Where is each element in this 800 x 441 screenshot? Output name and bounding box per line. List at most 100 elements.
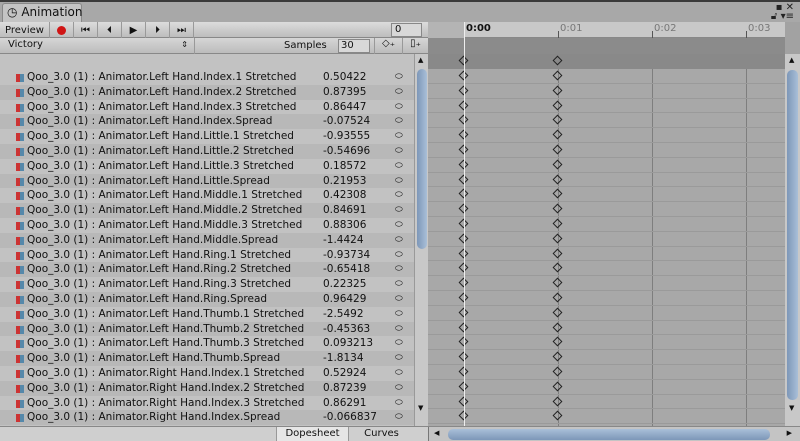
property-value[interactable]: 0.87395 bbox=[323, 85, 366, 100]
timeline-row[interactable] bbox=[428, 261, 785, 277]
property-value[interactable]: 0.52924 bbox=[323, 366, 366, 381]
property-row[interactable]: Qoo_3.0 (1) : Animator.Left Hand.Thumb.3… bbox=[0, 336, 414, 351]
property-options-icon[interactable]: ⬭ bbox=[395, 366, 403, 381]
property-options-icon[interactable]: ⬭ bbox=[395, 410, 403, 425]
property-row[interactable]: Qoo_3.0 (1) : Animator.Right Hand.Index.… bbox=[0, 396, 414, 411]
timeline-row[interactable] bbox=[428, 202, 785, 217]
timeline-row[interactable] bbox=[428, 291, 785, 306]
last-key-button[interactable]: ⏭ bbox=[170, 22, 194, 38]
property-options-icon[interactable]: ⬭ bbox=[395, 188, 403, 203]
property-row[interactable]: Qoo_3.0 (1) : Animator.Left Hand.Thumb.S… bbox=[0, 351, 414, 366]
property-scrollbar[interactable]: ▲ ▼ bbox=[414, 54, 428, 426]
summary-row[interactable] bbox=[428, 54, 785, 69]
property-value[interactable]: 0.86447 bbox=[323, 100, 366, 115]
scrollbar-thumb[interactable] bbox=[417, 69, 427, 249]
timeline-row[interactable] bbox=[428, 350, 785, 365]
tab-curves[interactable]: Curves bbox=[348, 427, 414, 441]
scroll-right-icon[interactable]: ▶ bbox=[787, 429, 792, 437]
keyframe-diamond[interactable] bbox=[552, 366, 563, 377]
timeline-scrollbar[interactable]: ▲ ▼ bbox=[785, 54, 800, 426]
timeline-row[interactable] bbox=[428, 217, 785, 232]
property-value[interactable]: -0.65418 bbox=[323, 262, 370, 277]
timeline-row[interactable] bbox=[428, 409, 785, 425]
property-value[interactable]: 0.96429 bbox=[323, 292, 366, 307]
frame-field[interactable]: 0 bbox=[391, 23, 422, 37]
keyframe-diamond[interactable] bbox=[552, 129, 563, 140]
timeline-row[interactable] bbox=[428, 380, 785, 395]
timeline-row[interactable] bbox=[428, 187, 785, 203]
property-value[interactable]: 0.88306 bbox=[323, 218, 366, 233]
property-value[interactable]: 0.86291 bbox=[323, 396, 366, 411]
dopesheet-timeline[interactable] bbox=[428, 69, 785, 426]
keyframe-diamond[interactable] bbox=[552, 188, 563, 199]
timeline-row[interactable] bbox=[428, 335, 785, 351]
scroll-up-icon[interactable]: ▲ bbox=[789, 56, 794, 64]
property-options-icon[interactable]: ⬭ bbox=[395, 292, 403, 307]
property-options-icon[interactable]: ⬭ bbox=[395, 233, 403, 248]
time-ruler[interactable]: 0:00 0:01 0:02 0:03 bbox=[428, 22, 785, 38]
property-row[interactable]: Qoo_3.0 (1) : Animator.Left Hand.Little.… bbox=[0, 129, 414, 144]
property-row[interactable]: Qoo_3.0 (1) : Animator.Left Hand.Middle.… bbox=[0, 188, 414, 203]
play-button[interactable]: ▶ bbox=[122, 22, 146, 38]
event-bar[interactable] bbox=[428, 38, 785, 54]
property-value[interactable]: -0.54696 bbox=[323, 144, 370, 159]
property-options-icon[interactable]: ⬭ bbox=[395, 85, 403, 100]
property-value[interactable]: 0.42308 bbox=[323, 188, 366, 203]
property-row[interactable]: Qoo_3.0 (1) : Animator.Left Hand.Middle.… bbox=[0, 203, 414, 218]
keyframe-diamond[interactable] bbox=[552, 85, 563, 96]
property-options-icon[interactable]: ⬭ bbox=[395, 114, 403, 129]
scrollbar-thumb[interactable] bbox=[448, 429, 770, 440]
property-value[interactable]: 0.22325 bbox=[323, 277, 366, 292]
property-row[interactable]: Qoo_3.0 (1) : Animator.Left Hand.Ring.3 … bbox=[0, 277, 414, 292]
property-value[interactable]: 0.84691 bbox=[323, 203, 366, 218]
property-value[interactable]: 0.18572 bbox=[323, 159, 366, 174]
property-value[interactable]: -1.4424 bbox=[323, 233, 364, 248]
scroll-up-icon[interactable]: ▲ bbox=[418, 56, 423, 64]
keyframe-diamond[interactable] bbox=[552, 100, 563, 111]
property-options-icon[interactable]: ⬭ bbox=[395, 381, 403, 396]
property-options-icon[interactable]: ⬭ bbox=[395, 203, 403, 218]
keyframe-diamond[interactable] bbox=[552, 114, 563, 125]
property-options-icon[interactable]: ⬭ bbox=[395, 174, 403, 189]
timeline-row[interactable] bbox=[428, 247, 785, 262]
lock-icon[interactable]: 🔓︎ bbox=[771, 11, 777, 22]
property-options-icon[interactable]: ⬭ bbox=[395, 336, 403, 351]
property-row[interactable]: Qoo_3.0 (1) : Animator.Left Hand.Thumb.2… bbox=[0, 321, 414, 337]
property-options-icon[interactable]: ⬭ bbox=[395, 144, 403, 159]
property-row[interactable]: Qoo_3.0 (1) : Animator.Left Hand.Index.S… bbox=[0, 114, 414, 130]
timeline-row[interactable] bbox=[428, 321, 785, 336]
keyframe-diamond[interactable] bbox=[552, 277, 563, 288]
preview-button[interactable]: Preview bbox=[0, 22, 50, 38]
first-key-button[interactable]: ⏮ bbox=[74, 22, 98, 38]
samples-field[interactable]: 30 bbox=[338, 39, 370, 53]
property-value[interactable]: 0.21953 bbox=[323, 174, 366, 189]
property-options-icon[interactable]: ⬭ bbox=[395, 277, 403, 292]
property-options-icon[interactable]: ⬭ bbox=[395, 351, 403, 366]
property-value[interactable]: -2.5492 bbox=[323, 307, 364, 322]
property-options-icon[interactable]: ⬭ bbox=[395, 322, 403, 337]
timeline-row[interactable] bbox=[428, 113, 785, 129]
keyframe-diamond[interactable] bbox=[552, 248, 563, 259]
playhead[interactable] bbox=[464, 22, 465, 426]
keyframe-diamond[interactable] bbox=[552, 144, 563, 155]
add-event-button[interactable]: ▯₊ bbox=[402, 38, 428, 54]
record-button[interactable] bbox=[50, 22, 74, 38]
keyframe-diamond[interactable] bbox=[552, 410, 563, 421]
property-options-icon[interactable]: ⬭ bbox=[395, 248, 403, 263]
timeline-row[interactable] bbox=[428, 365, 785, 380]
property-value[interactable]: -0.07524 bbox=[323, 114, 370, 129]
property-row[interactable]: Qoo_3.0 (1) : Animator.Left Hand.Thumb.1… bbox=[0, 307, 414, 322]
keyframe-diamond[interactable] bbox=[552, 262, 563, 273]
add-keyframe-button[interactable]: ◇₊ bbox=[374, 38, 402, 54]
keyframe-diamond[interactable] bbox=[552, 174, 563, 185]
scroll-down-icon[interactable]: ▼ bbox=[789, 404, 794, 412]
property-value[interactable]: 0.50422 bbox=[323, 70, 366, 85]
scroll-left-icon[interactable]: ◀ bbox=[434, 429, 439, 437]
property-row[interactable]: Qoo_3.0 (1) : Animator.Left Hand.Little.… bbox=[0, 144, 414, 159]
keyframe-diamond[interactable] bbox=[552, 336, 563, 347]
property-value[interactable]: -0.93555 bbox=[323, 129, 370, 144]
timeline-row[interactable] bbox=[428, 143, 785, 158]
property-options-icon[interactable]: ⬭ bbox=[395, 396, 403, 411]
property-row[interactable]: Qoo_3.0 (1) : Animator.Left Hand.Ring.1 … bbox=[0, 248, 414, 263]
property-value[interactable]: 0.093213 bbox=[323, 336, 373, 351]
